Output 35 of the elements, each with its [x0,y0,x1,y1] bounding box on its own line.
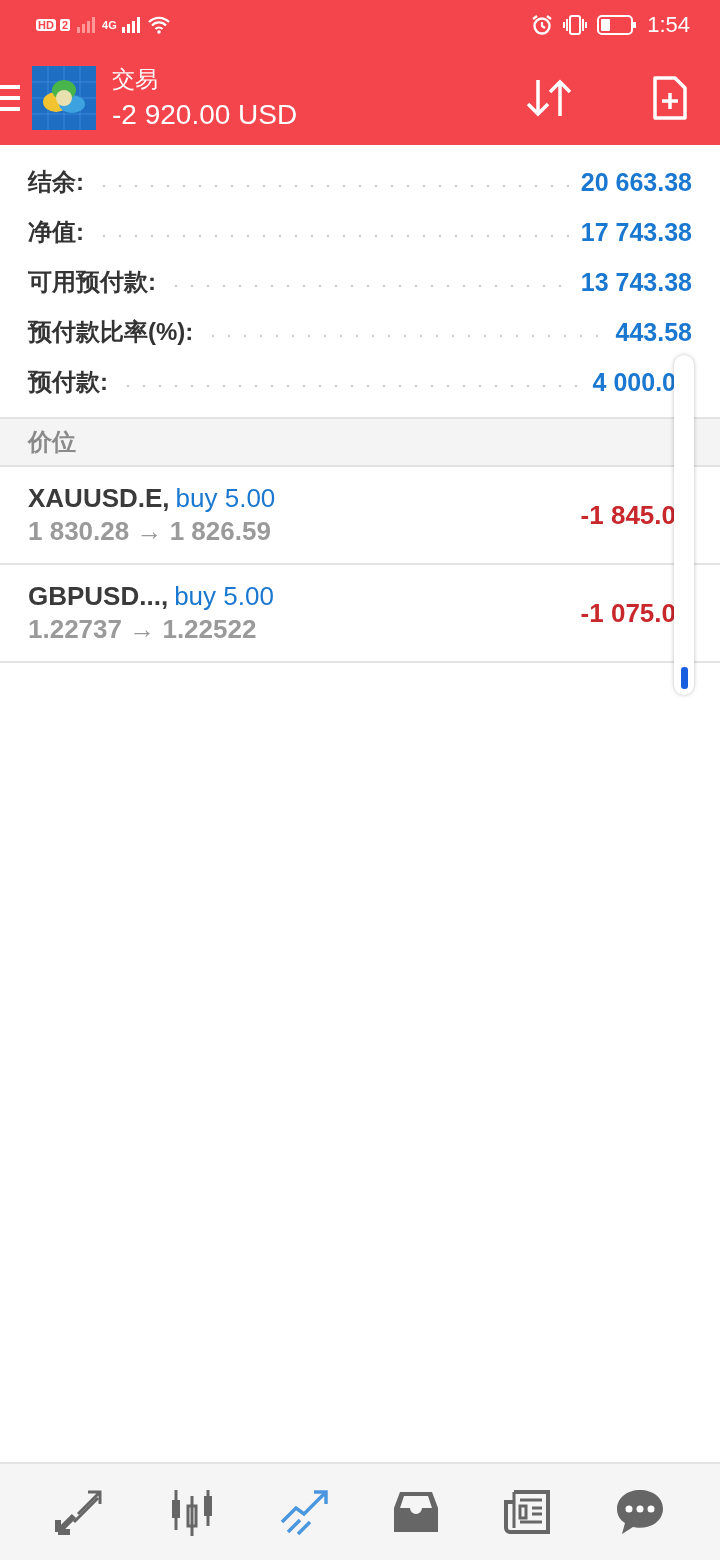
position-prices: 1.22737 → 1.22522 [28,614,258,645]
menu-icon[interactable] [0,82,20,113]
position-action: buy 5.00 [174,581,274,612]
signal-icon [76,15,98,35]
new-order-icon[interactable] [652,74,688,121]
position-symbol: GBPUSD..., [28,581,169,612]
hd-label: HD [36,19,56,31]
vibrate-icon [563,14,588,36]
summary-value: 20 663.38 [580,167,692,197]
summary-value: 443.58 [615,317,692,347]
position-action: buy 5.00 [175,483,276,514]
screen-title: 交易 [112,65,159,94]
signal-icon [120,15,143,35]
scrollbar[interactable] [674,355,694,695]
status-time: 1:54 [647,12,690,38]
position-profit: -1 845.0 [580,499,676,531]
summary-label: 可用预付款: [28,267,156,297]
summary-value: 17 743.38 [580,217,692,247]
summary-value: 13 743.38 [580,267,692,297]
sim-label: 2 [59,19,70,31]
alarm-icon [531,14,554,36]
position-symbol: XAUUSD.E, [28,483,170,514]
position-prices: 1 830.28 → 1 826.59 [28,516,272,547]
summary-label: 净值: [28,217,84,247]
app-logo-icon [32,65,96,130]
summary-value: 4 000.0 [592,367,676,397]
balance-total: -2 920.00 USD [112,99,299,131]
summary-label: 预付款比率(%): [28,317,194,347]
summary-label: 预付款: [28,367,108,397]
network-type-label: 4G [102,19,117,31]
position-profit: -1 075.0 [580,597,676,629]
battery-icon [597,14,638,36]
section-title: 价位 [28,427,76,457]
wifi-icon [146,15,171,35]
summary-label: 结余: [28,167,84,197]
